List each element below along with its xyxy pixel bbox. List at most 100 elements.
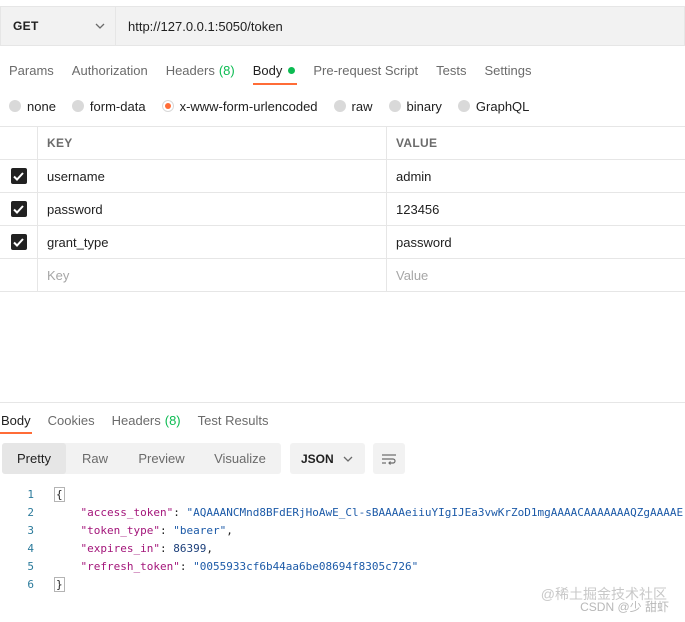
body-type-label: x-www-form-urlencoded (179, 98, 318, 114)
line-number: 3 (27, 523, 34, 537)
value-cell[interactable]: admin (387, 160, 685, 192)
json-key: "token_type" (80, 523, 160, 537)
body-type-binary[interactable]: binary (388, 98, 442, 114)
code-line: 4 "expires_in": 86399, (0, 539, 685, 557)
response-tab-body[interactable]: Body (0, 406, 32, 434)
row-check-cell (0, 259, 38, 291)
tab-label: Body (252, 62, 283, 78)
checkmark-icon (13, 171, 24, 181)
tab-settings[interactable]: Settings (475, 55, 540, 85)
tab-headers[interactable]: Headers (8) (157, 55, 244, 85)
body-type-label: GraphQL (475, 98, 530, 114)
view-raw-button[interactable]: Raw (66, 443, 124, 474)
key-input[interactable]: Key (38, 259, 387, 291)
body-type-label: form-data (89, 98, 146, 114)
json-value: 86399 (173, 541, 207, 555)
table-header-row: KEY VALUE (0, 127, 685, 160)
radio-icon[interactable] (9, 100, 21, 112)
body-type-label: none (27, 98, 56, 114)
view-visualize-button[interactable]: Visualize (199, 443, 281, 474)
tab-body[interactable]: Body (244, 55, 305, 85)
tab-label: Params (9, 62, 54, 78)
tab-tests[interactable]: Tests (427, 55, 475, 85)
key-column-header: KEY (38, 127, 387, 159)
tab-params[interactable]: Params (0, 55, 63, 85)
code-line: 5 "refresh_token": "0055933cf6b44aa6be08… (0, 557, 685, 575)
body-type-urlencoded[interactable]: x-www-form-urlencoded (161, 98, 318, 114)
radio-icon[interactable] (71, 100, 84, 112)
radio-selected-icon[interactable] (161, 100, 174, 112)
tab-label: Headers (165, 62, 215, 78)
value-cell[interactable]: password (387, 226, 685, 258)
line-number: 6 (27, 577, 34, 591)
response-tabs: Body Cookies Headers (8) Test Results (0, 406, 284, 434)
wrap-lines-button[interactable] (373, 443, 405, 474)
json-value: "AQAAANCMnd8BFdERjHoAwE_Cl-sBAAAAeiiuYIg… (186, 505, 684, 519)
response-tab-headers[interactable]: Headers (8) (111, 406, 182, 434)
body-type-label: binary (406, 98, 442, 114)
radio-icon[interactable] (388, 100, 401, 112)
active-indicator-dot (288, 66, 296, 74)
body-type-selector: none form-data x-www-form-urlencoded raw… (0, 94, 536, 118)
header-check-cell (0, 127, 38, 159)
json-key: "expires_in" (80, 541, 160, 555)
checkbox[interactable] (10, 168, 27, 184)
value-input[interactable]: Value (387, 259, 685, 291)
line-number: 1 (27, 487, 34, 501)
request-tabs: Params Authorization Headers (8) Body Pre… (0, 55, 540, 85)
response-tab-test-results[interactable]: Test Results (197, 406, 270, 434)
response-view-toolbar: Pretty Raw Preview Visualize JSON (2, 443, 405, 474)
body-type-none[interactable]: none (9, 99, 56, 114)
body-type-raw[interactable]: raw (333, 98, 373, 114)
line-number: 4 (27, 541, 34, 555)
request-bar: GET http://127.0.0.1:5050/token (0, 6, 685, 46)
body-type-graphql[interactable]: GraphQL (457, 98, 530, 114)
checkmark-icon (13, 237, 24, 247)
response-tab-cookies[interactable]: Cookies (47, 406, 96, 434)
body-type-form-data[interactable]: form-data (71, 98, 146, 114)
json-value: "0055933cf6b44aa6be08694f8305c726" (193, 559, 419, 573)
chevron-down-icon (343, 456, 353, 462)
tab-label: Pre-request Script (313, 62, 419, 78)
params-table: KEY VALUE username admin password 123456… (0, 126, 685, 292)
radio-icon[interactable] (333, 100, 346, 112)
close-brace: } (54, 576, 65, 592)
key-cell[interactable]: password (38, 193, 387, 225)
url-input[interactable]: http://127.0.0.1:5050/token (116, 6, 685, 46)
checkbox[interactable] (10, 201, 27, 217)
body-type-label: raw (351, 98, 373, 114)
radio-icon[interactable] (457, 100, 470, 112)
line-number: 2 (27, 505, 34, 519)
tab-label: Settings (484, 62, 532, 78)
open-brace: { (54, 486, 65, 502)
value-cell[interactable]: 123456 (387, 193, 685, 225)
json-value: "bearer" (173, 523, 227, 537)
row-check-cell (0, 160, 38, 192)
format-select[interactable]: JSON (290, 443, 365, 474)
value-column-header: VALUE (396, 136, 438, 150)
watermark-csdn: CSDN @少 甜虾 (580, 600, 669, 614)
code-line: 3 "token_type": "bearer", (0, 521, 685, 539)
tab-pre-request-script[interactable]: Pre-request Script (304, 55, 427, 85)
view-pretty-button[interactable]: Pretty (2, 443, 66, 474)
tab-label: Body (1, 412, 31, 428)
tab-label: Cookies (47, 412, 95, 428)
json-key: "refresh_token" (80, 559, 180, 573)
row-check-cell (0, 226, 38, 258)
tab-label: Tests (436, 62, 467, 78)
view-mode-group: Pretty Raw Preview Visualize (2, 443, 281, 474)
method-select[interactable]: GET (0, 6, 116, 46)
json-key: "access_token" (80, 505, 174, 519)
tab-label: Headers (111, 412, 161, 428)
key-cell[interactable]: username (38, 160, 387, 192)
response-body-code: 1 { 2 "access_token": "AQAAANCMnd8BFdERj… (0, 485, 685, 593)
checkbox[interactable] (10, 234, 27, 250)
view-preview-button[interactable]: Preview (124, 443, 199, 474)
table-row: grant_type password (0, 226, 685, 259)
chevron-down-icon (95, 21, 105, 31)
key-cell[interactable]: grant_type (38, 226, 387, 258)
table-row: username admin (0, 160, 685, 193)
tab-label: Test Results (197, 412, 269, 428)
method-label: GET (13, 19, 39, 33)
tab-authorization[interactable]: Authorization (63, 55, 157, 85)
